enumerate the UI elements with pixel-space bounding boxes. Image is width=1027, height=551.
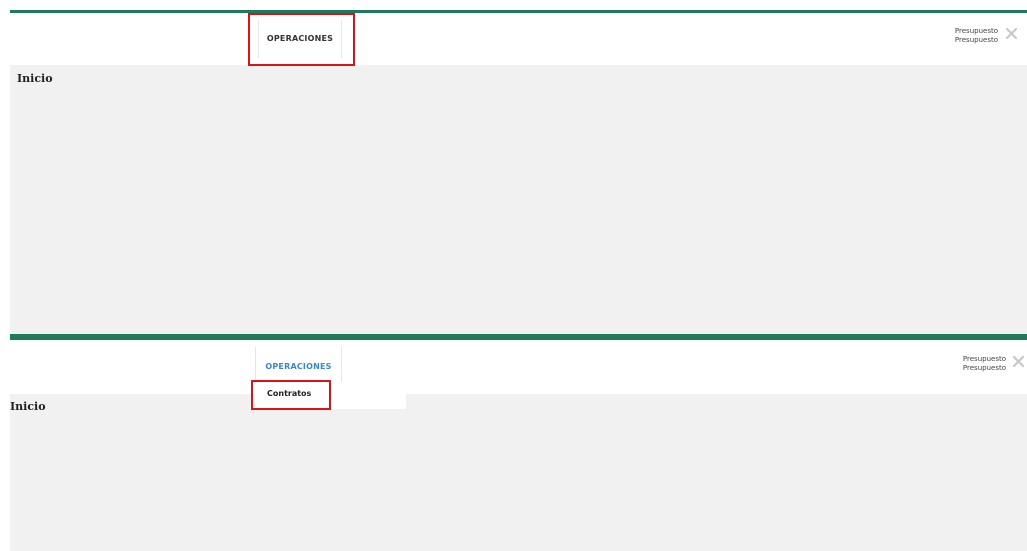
page-title: Inicio xyxy=(17,72,53,85)
close-icon[interactable] xyxy=(1013,356,1024,367)
main-content xyxy=(10,65,1027,334)
top-navbar: OPERACIONES xyxy=(10,340,1027,394)
top-navbar: OPERACIONES xyxy=(10,13,1027,65)
menu-operaciones[interactable]: OPERACIONES xyxy=(258,20,342,58)
screen-state-menu-open: OPERACIONES Presupuesto Presupuesto Inic… xyxy=(0,334,1027,551)
menu-operaciones[interactable]: OPERACIONES xyxy=(255,347,342,387)
page-title: Inicio xyxy=(10,400,46,413)
main-content xyxy=(10,394,1027,551)
user-info-line1: Presupuesto xyxy=(962,355,1006,363)
screen-state-default: OPERACIONES Presupuesto Presupuesto Inic… xyxy=(0,0,1027,334)
close-icon[interactable] xyxy=(1006,28,1017,39)
user-info: Presupuesto Presupuesto xyxy=(930,27,998,45)
user-info-line2: Presupuesto xyxy=(962,364,1006,372)
user-info: Presupuesto Presupuesto xyxy=(935,355,1006,373)
operaciones-dropdown: Contratos xyxy=(255,382,406,409)
user-info-line1: Presupuesto xyxy=(954,27,998,35)
user-info-line2: Presupuesto xyxy=(954,36,998,44)
dropdown-item-contratos[interactable]: Contratos xyxy=(267,389,311,398)
